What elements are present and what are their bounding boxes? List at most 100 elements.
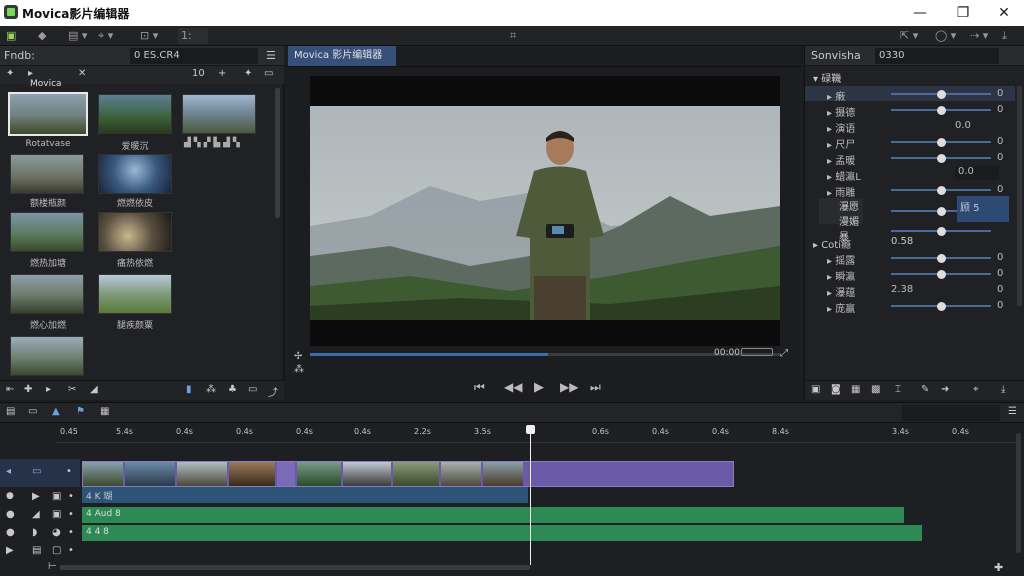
property-row[interactable]: ▸ 尺尸 0 — [805, 134, 1015, 151]
media-thumbnail[interactable] — [98, 94, 172, 134]
add-track-icon[interactable]: ✚ — [994, 561, 1003, 574]
cursor-icon[interactable]: ⌶ — [895, 384, 901, 395]
scroll-left-icon[interactable]: ⊢ — [48, 561, 57, 572]
property-row[interactable]: ▸ 瞬瀛 0 — [805, 266, 1015, 283]
camera-icon[interactable]: ◙ — [831, 384, 841, 395]
audio-clip[interactable]: 4 4 8 — [82, 525, 922, 541]
arrow-icon[interactable]: ➜ — [941, 384, 949, 395]
monitor-icon[interactable]: ▭ — [28, 406, 37, 417]
step-back-button[interactable]: ◀◀ — [504, 380, 522, 394]
audio-track-header[interactable]: ● ▶ ▣ • — [0, 489, 80, 505]
media-thumbnail[interactable] — [10, 274, 84, 314]
property-side-box[interactable]: 顾 5 — [957, 196, 1009, 222]
grid-icon[interactable]: ⌗ — [510, 28, 516, 44]
home-icon[interactable]: ▲ — [52, 406, 60, 417]
effects-icon[interactable]: ⁂ — [206, 384, 216, 395]
audio-track-header[interactable]: ● ◢ ▣ • — [0, 507, 80, 523]
shield-icon[interactable]: ◆ — [38, 28, 46, 44]
add-icon[interactable]: ✦ — [6, 68, 14, 79]
mark-in-icon[interactable]: ✢ — [294, 351, 302, 362]
star-icon[interactable]: ✦ — [244, 68, 252, 79]
audio-track-header[interactable]: ▶ ▤ ▢ • — [0, 543, 80, 559]
media-thumbnail[interactable] — [98, 274, 172, 314]
cursor-icon[interactable]: ⌖ ▾ — [98, 28, 113, 44]
fullscreen-icon[interactable]: ⤢ — [780, 348, 788, 359]
tab-preview[interactable]: Movica 影片编辑器 — [288, 46, 396, 66]
skip-start-button[interactable]: ⏮ — [474, 380, 485, 395]
scrubber-progress[interactable] — [310, 353, 548, 356]
save-icon[interactable]: ▤ — [6, 406, 15, 417]
timeline-search[interactable] — [902, 405, 1000, 421]
section-header[interactable]: ▾ 碌鞿 — [813, 70, 841, 85]
flag-icon[interactable]: ⚑ — [76, 406, 85, 417]
close-button[interactable]: ✕ — [994, 3, 1014, 23]
track-icon[interactable]: ▭ — [32, 466, 41, 477]
arrow-icon[interactable]: ▸ — [28, 68, 33, 79]
playhead[interactable] — [530, 425, 531, 565]
media-search-input[interactable]: 0 ES.CR4 — [130, 48, 258, 64]
skip-end-button[interactable]: ⏭ — [590, 380, 601, 395]
keyframe-icon[interactable]: ⌖ — [973, 384, 979, 395]
timeline-scrollbar[interactable] — [60, 565, 530, 570]
crop-icon[interactable]: ⊡ ▾ — [140, 28, 158, 44]
menu-icon[interactable]: ☰ — [1008, 406, 1017, 417]
property-row[interactable]: ▸ 庞赢 0 — [805, 298, 1015, 315]
gallery-icon[interactable]: ▦ — [851, 384, 860, 395]
video-clip-track[interactable] — [82, 461, 734, 487]
close-icon[interactable]: ✕ — [78, 68, 86, 79]
minimize-button[interactable]: — — [910, 3, 930, 23]
settings-icon[interactable]: ⁂ — [294, 364, 304, 375]
media-thumbnail[interactable] — [98, 212, 172, 252]
media-thumbnail[interactable] — [10, 336, 84, 376]
comment-icon[interactable]: ◯ ▾ — [935, 28, 956, 44]
property-row[interactable]: ▸ 摄德 0 — [805, 102, 1015, 119]
transform-icon[interactable]: ⇱ ▾ — [900, 28, 918, 44]
pen-icon[interactable]: ✎ — [921, 384, 929, 395]
volume-icon[interactable] — [741, 348, 773, 356]
add-icon[interactable]: ✚ — [24, 384, 32, 395]
audio-clip[interactable]: 4 K 瑚 — [82, 487, 528, 503]
time-ruler[interactable]: 0.45 5.4s 0.4s 0.4s 0.4s 0.4s 2.2s 3.5s … — [56, 425, 1016, 443]
export-icon[interactable]: ⤴ — [268, 384, 278, 399]
media-thumbnail[interactable] — [98, 154, 172, 194]
zoom-field[interactable]: 1: — [178, 28, 208, 44]
property-row[interactable]: ▸ 瘷 0 — [805, 86, 1015, 103]
export-icon[interactable]: ⤓ — [1002, 28, 1007, 44]
monitor-icon[interactable]: ▣ — [6, 28, 16, 44]
collapse-icon[interactable]: ◂ — [6, 466, 11, 477]
properties-scrollbar[interactable] — [1017, 86, 1022, 306]
count-icon[interactable]: 10 — [192, 68, 205, 79]
export-icon[interactable]: ⤓ — [1001, 384, 1005, 395]
menu-icon[interactable]: ☰ — [266, 46, 276, 66]
media-thumbnail[interactable] — [10, 154, 84, 194]
image-icon[interactable]: ▣ — [811, 384, 820, 395]
video-track-header[interactable]: ◂ ▭ • — [0, 459, 80, 487]
property-value[interactable]: 0.0 — [955, 166, 999, 180]
media-thumbnail[interactable] — [10, 212, 84, 252]
playhead-handle[interactable] — [526, 425, 535, 434]
media-thumbnail[interactable] — [182, 94, 256, 134]
grid-icon[interactable]: ▦ — [100, 406, 109, 417]
property-row[interactable]: ▸ 摇露 0 — [805, 250, 1015, 267]
timeline-vertical-scrollbar[interactable] — [1016, 433, 1021, 553]
property-row[interactable]: ▸ 孟暖 0 — [805, 150, 1015, 167]
arrow-icon[interactable]: ▸ — [46, 384, 51, 395]
layout-icon[interactable]: ▤ ▾ — [68, 28, 87, 44]
property-row[interactable]: ▸ 演语 0.0 — [805, 118, 1015, 135]
marker-icon[interactable]: ◢ — [90, 384, 98, 395]
play-button[interactable]: ▶ — [534, 380, 544, 395]
step-forward-button[interactable]: ▶▶ — [560, 380, 578, 394]
audio-clip[interactable]: 4 Aud 8 — [82, 507, 904, 523]
property-row[interactable]: ▸ 雨雕 0 — [805, 182, 1015, 199]
audio-track-header[interactable]: ● ◗ ◕ • — [0, 525, 80, 541]
color-icon[interactable]: ▩ — [871, 384, 880, 395]
mask-icon[interactable]: ♣ — [228, 384, 237, 395]
property-row[interactable]: ▸ 瀑蕴 2.38 0 — [805, 282, 1015, 299]
section-header[interactable]: ▸ Coti瘾 — [813, 236, 851, 251]
media-scrollbar[interactable] — [275, 88, 280, 218]
track-dot-icon[interactable]: • — [66, 466, 72, 477]
maximize-button[interactable]: ❐ — [953, 3, 973, 23]
property-row[interactable]: ▸ 蜡瀛L 0.0 — [805, 166, 1015, 183]
screen-icon[interactable]: ▭ — [248, 384, 257, 395]
properties-value-field[interactable]: 0330 — [875, 48, 999, 64]
